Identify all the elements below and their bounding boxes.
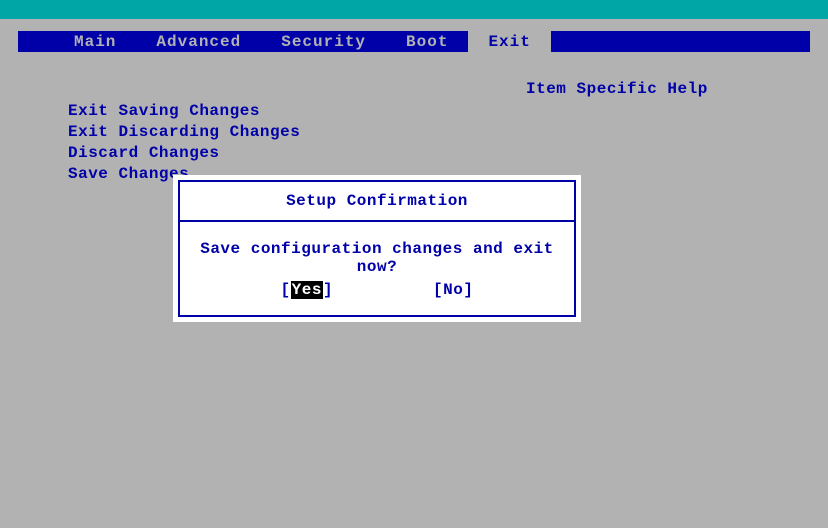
- title-bar: [0, 0, 828, 19]
- dialog-yes-button[interactable]: [Yes]: [281, 281, 334, 299]
- menu-advanced[interactable]: Advanced: [136, 31, 261, 52]
- menu-security[interactable]: Security: [261, 31, 386, 52]
- help-panel-title: Item Specific Help: [526, 80, 708, 98]
- dialog-message: Save configuration changes and exit now?: [180, 240, 574, 276]
- menu-exit[interactable]: Exit: [468, 31, 550, 52]
- dialog-no-button[interactable]: [No]: [433, 281, 473, 299]
- menu-boot[interactable]: Boot: [386, 31, 468, 52]
- dialog-buttons: [Yes] [No]: [180, 281, 574, 299]
- dialog-title: Setup Confirmation: [180, 182, 574, 222]
- exit-discarding-changes[interactable]: Exit Discarding Changes: [68, 122, 300, 143]
- exit-menu-list: Exit Saving Changes Exit Discarding Chan…: [68, 101, 300, 185]
- menu-bar: Main Advanced Security Boot Exit: [18, 31, 810, 52]
- discard-changes[interactable]: Discard Changes: [68, 143, 300, 164]
- dialog-body: Save configuration changes and exit now?…: [180, 222, 574, 315]
- menu-main[interactable]: Main: [54, 31, 136, 52]
- dialog: Setup Confirmation Save configuration ch…: [173, 175, 581, 322]
- dialog-frame: Setup Confirmation Save configuration ch…: [178, 180, 576, 317]
- content-area: Item Specific Help Exit Saving Changes E…: [18, 52, 810, 528]
- exit-saving-changes[interactable]: Exit Saving Changes: [68, 101, 300, 122]
